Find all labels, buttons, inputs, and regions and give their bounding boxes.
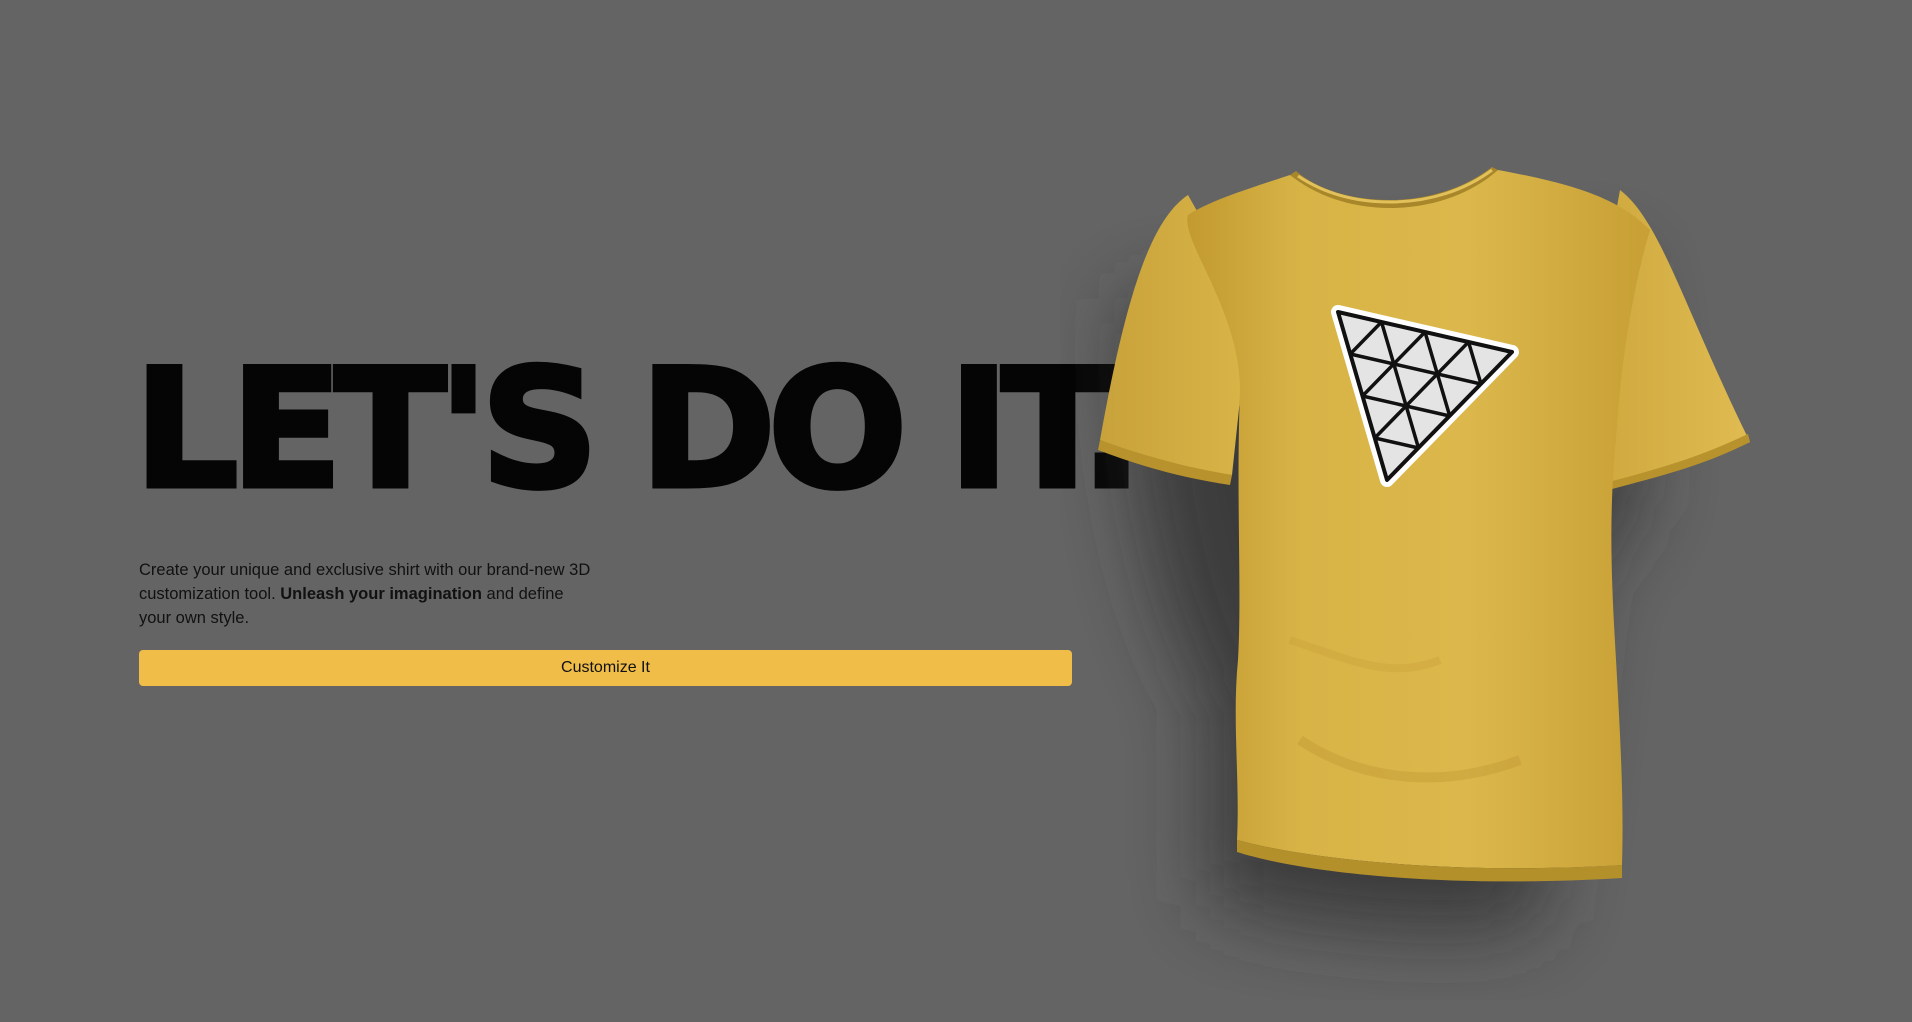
customize-button[interactable]: Customize It [139,650,1072,686]
description-emphasis: Unleash your imagination [280,585,482,603]
shirt-preview[interactable] [1060,140,1780,1000]
shirt-body [1187,170,1650,869]
shirt-illustration [1098,167,1750,931]
hero-headline: LET'S DO IT. [132,334,1146,525]
hero-description: Create your unique and exclusive shirt w… [139,558,599,630]
